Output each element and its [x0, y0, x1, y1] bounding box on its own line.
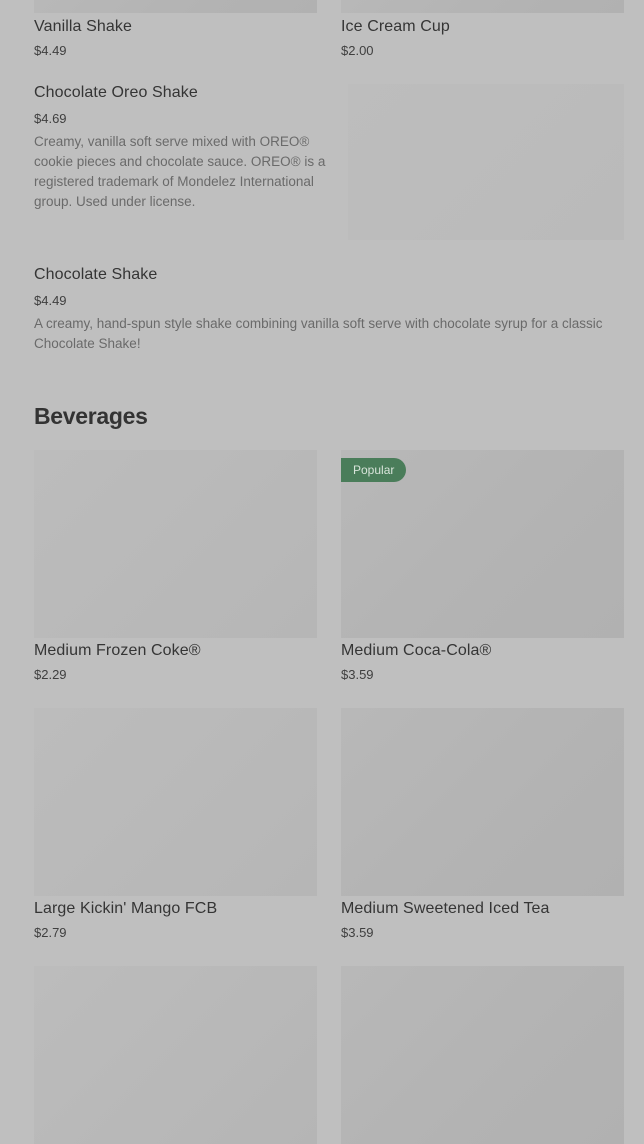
chocolate-shake-price: $4.49: [34, 293, 67, 308]
medium-frozen-coke-price: $2.29: [34, 667, 67, 682]
ice-cream-cup-price: $2.00: [341, 43, 374, 58]
large-kickin-mango-fcb-title[interactable]: Large Kickin' Mango FCB: [34, 900, 217, 918]
medium-sweetened-iced-tea-image[interactable]: [341, 708, 624, 896]
beverages-section-title: Beverages: [34, 403, 148, 429]
chocolate-shake-description: A creamy, hand-spun style shake combinin…: [34, 316, 603, 351]
medium-frozen-coke-image[interactable]: [34, 450, 317, 638]
medium-frozen-coke-title[interactable]: Medium Frozen Coke®: [34, 642, 201, 660]
large-kickin-mango-fcb-image[interactable]: [34, 708, 317, 896]
menu-page: Vanilla Shake $4.49 Ice Cream Cup $2.00 …: [0, 0, 644, 1144]
beverage-image[interactable]: [341, 966, 624, 1144]
popular-badge: Popular: [341, 458, 407, 482]
chocolate-shake-title[interactable]: Chocolate Shake: [34, 266, 157, 284]
medium-coca-cola-price: $3.59: [341, 667, 374, 682]
chocolate-oreo-shake-description: Creamy, vanilla soft serve mixed with OR…: [34, 134, 326, 209]
ice-cream-cup-image[interactable]: [341, 0, 624, 13]
vanilla-shake-image[interactable]: [34, 0, 317, 13]
vanilla-shake-price: $4.49: [34, 43, 67, 58]
vanilla-shake-title[interactable]: Vanilla Shake: [34, 18, 132, 36]
ice-cream-cup-title[interactable]: Ice Cream Cup: [341, 18, 450, 36]
beverage-image[interactable]: [34, 966, 317, 1144]
chocolate-oreo-shake-title[interactable]: Chocolate Oreo Shake: [34, 84, 198, 102]
medium-sweetened-iced-tea-price: $3.59: [341, 925, 374, 940]
chocolate-oreo-shake-image[interactable]: [348, 84, 624, 240]
large-kickin-mango-fcb-price: $2.79: [34, 925, 67, 940]
medium-sweetened-iced-tea-title[interactable]: Medium Sweetened Iced Tea: [341, 900, 550, 918]
chocolate-oreo-shake-price: $4.69: [34, 111, 67, 126]
medium-coca-cola-title[interactable]: Medium Coca-Cola®: [341, 642, 491, 660]
